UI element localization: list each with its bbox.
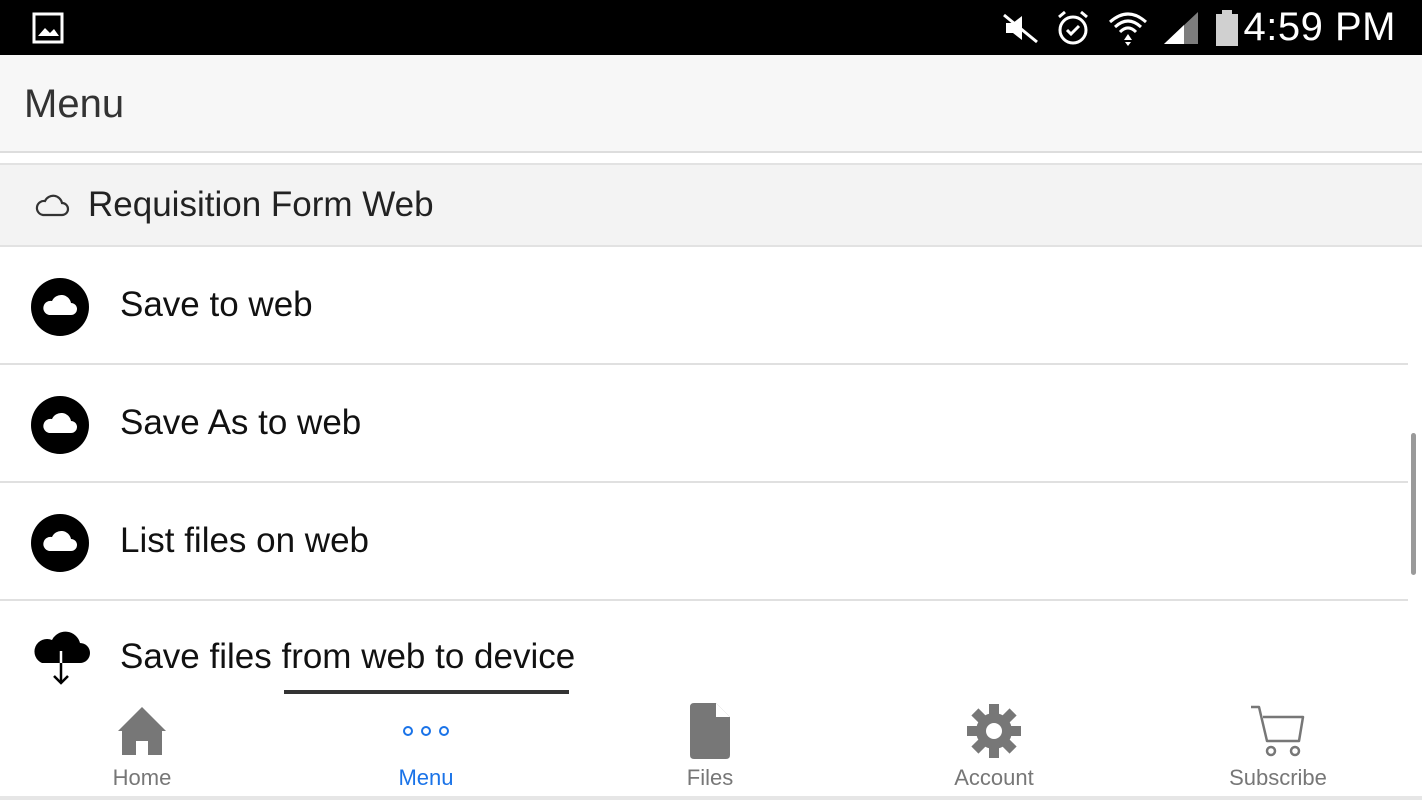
status-time: 4:59 PM [1243, 5, 1396, 49]
battery-icon [1214, 0, 1240, 55]
file-icon [686, 701, 734, 766]
nav-label: Subscribe [1229, 765, 1327, 790]
cloud-icon [30, 395, 90, 455]
bottom-divider [0, 796, 1422, 800]
gear-icon [966, 703, 1022, 764]
menu-item-save-to-web[interactable]: Save to web [0, 247, 1408, 365]
gallery-icon [32, 0, 64, 55]
nav-label: Menu [398, 765, 454, 790]
nav-files[interactable]: Files [568, 695, 852, 800]
nav-account[interactable]: Account [852, 695, 1136, 800]
nav-label: Files [686, 765, 734, 790]
cloud-icon [30, 513, 90, 573]
active-tab-indicator [284, 690, 569, 694]
menu-item-label: List files on web [120, 521, 370, 560]
nav-label: Account [954, 765, 1034, 790]
wifi-icon [1108, 0, 1148, 55]
app-bar: Menu [0, 55, 1422, 153]
signal-icon [1162, 0, 1200, 55]
nav-label: Home [112, 765, 172, 790]
cloud-download-icon [30, 627, 90, 687]
app-screen: 4:59 PM Menu Requisition Form Web Save t… [0, 0, 1422, 800]
cart-icon [1249, 703, 1307, 764]
section-header: Requisition Form Web [0, 163, 1422, 247]
menu-item-label: Save to web [120, 285, 313, 324]
scrollbar-thumb[interactable] [1411, 433, 1416, 575]
cloud-icon [30, 277, 90, 337]
cloud-outline-icon [34, 191, 70, 224]
bottom-nav: Home Menu Files Account Subscribe [0, 695, 1422, 800]
menu-item-list-files-on-web[interactable]: List files on web [0, 483, 1408, 601]
section-title: Requisition Form Web [88, 185, 434, 224]
status-bar: 4:59 PM [0, 0, 1422, 55]
alarm-icon [1055, 0, 1091, 55]
page-title: Menu [24, 81, 125, 126]
home-icon [114, 703, 170, 764]
menu-item-save-as-to-web[interactable]: Save As to web [0, 365, 1408, 483]
mute-icon [1002, 0, 1040, 55]
more-dots-icon [402, 713, 450, 754]
menu-item-label: Save As to web [120, 403, 362, 442]
nav-menu[interactable]: Menu [284, 695, 568, 800]
nav-home[interactable]: Home [0, 695, 284, 800]
nav-subscribe[interactable]: Subscribe [1136, 695, 1420, 800]
